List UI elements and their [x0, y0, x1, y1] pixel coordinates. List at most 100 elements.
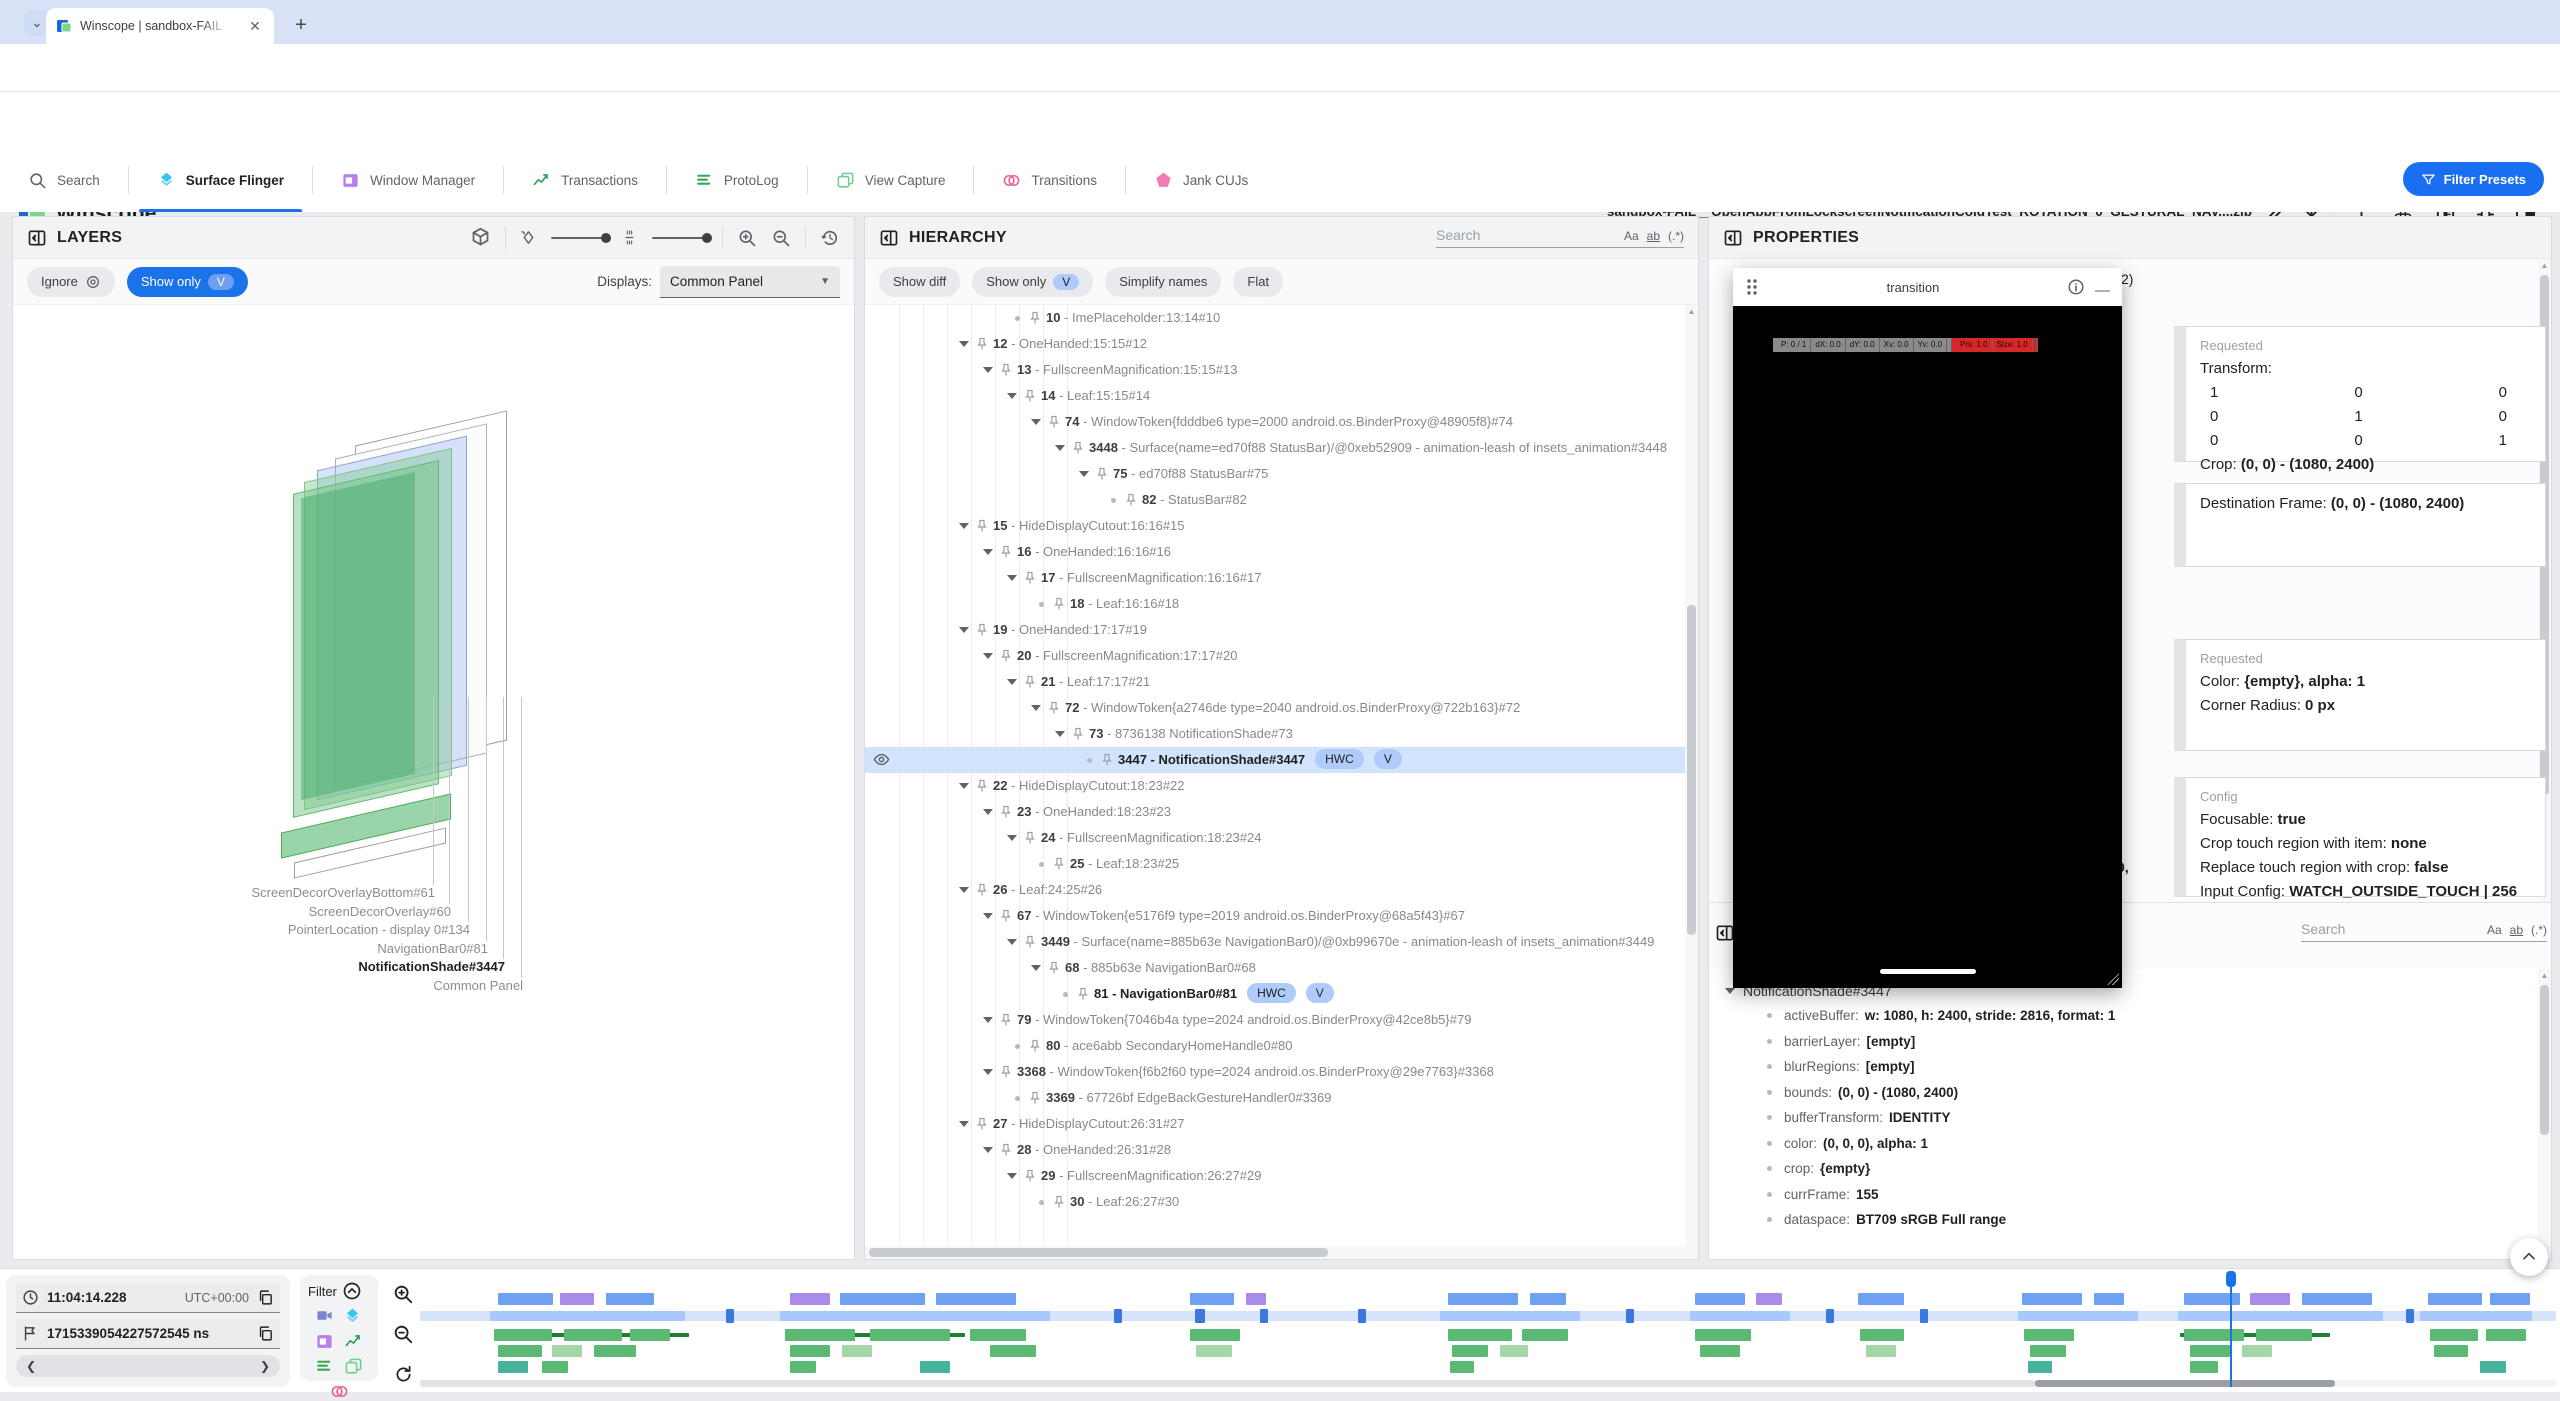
timeline-hscrollbar[interactable]	[420, 1380, 2556, 1387]
hierarchy-row-21[interactable]: 21 - Leaf:17:17#21	[865, 669, 1698, 695]
tab-close-icon[interactable]: ✕	[246, 17, 264, 35]
timeline-block[interactable]	[920, 1361, 950, 1373]
timeline-block[interactable]	[936, 1293, 1016, 1305]
expand-arrow-icon[interactable]	[1007, 679, 1017, 685]
pin-icon[interactable]	[1101, 753, 1113, 767]
new-tab-button[interactable]: +	[288, 12, 314, 38]
property-tree-scrollbar[interactable]: ▲	[2538, 969, 2551, 1259]
screen-recording-icon[interactable]	[316, 1307, 333, 1326]
timeline-block[interactable]	[1190, 1329, 1240, 1341]
hierarchy-row-81[interactable]: 81 - NavigationBar0#81HWCV	[865, 981, 1698, 1007]
property-row[interactable]: barrierLayer:[empty]	[1709, 1029, 2551, 1055]
pin-icon[interactable]	[1048, 961, 1060, 975]
pin-icon[interactable]	[1072, 441, 1084, 455]
trace-tab-jank-cujs[interactable]: Jank CUJs	[1126, 148, 1276, 212]
timeline-block[interactable]	[1695, 1329, 1751, 1341]
expand-arrow-icon[interactable]	[983, 809, 993, 815]
pin-icon[interactable]	[1000, 363, 1012, 377]
copy-icon[interactable]	[257, 1289, 274, 1306]
expand-arrow-icon[interactable]	[1007, 939, 1017, 945]
pin-icon[interactable]	[1077, 987, 1089, 1001]
simplify-names-chip[interactable]: Simplify names	[1105, 267, 1221, 297]
timeline-block[interactable]	[2434, 1345, 2468, 1357]
timeline-block[interactable]	[2018, 1311, 2138, 1321]
transactions-icon[interactable]	[344, 1332, 363, 1351]
timeline-block[interactable]	[1450, 1361, 1474, 1373]
timeline-block[interactable]	[2242, 1345, 2272, 1357]
pin-icon[interactable]	[1096, 467, 1108, 481]
timeline-block[interactable]	[790, 1293, 830, 1305]
property-row[interactable]: dataspace:BT709 sRGB Full range	[1709, 1207, 2551, 1233]
hierarchy-row-23[interactable]: 23 - OneHanded:18:23#23	[865, 799, 1698, 825]
pin-icon[interactable]	[1000, 1065, 1012, 1079]
pin-icon[interactable]	[1029, 311, 1041, 325]
timeline-block[interactable]	[790, 1361, 816, 1373]
expand-arrow-icon[interactable]	[959, 783, 969, 789]
timeline-block[interactable]	[494, 1329, 552, 1341]
timeline-pan-scrollbar[interactable]: ❮ ❯	[16, 1355, 280, 1377]
timeline-block[interactable]	[498, 1361, 528, 1373]
panel-icon[interactable]	[1715, 923, 1735, 943]
timeline-block[interactable]	[2420, 1311, 2532, 1321]
panel-icon[interactable]	[879, 228, 899, 248]
pin-icon[interactable]	[1072, 727, 1084, 741]
browser-tab[interactable]: Winscope | sandbox-FAIL ✕	[46, 8, 274, 44]
timeline-block[interactable]	[1195, 1309, 1205, 1323]
timeline-block[interactable]	[1920, 1309, 1928, 1323]
expand-arrow-icon[interactable]	[959, 1121, 969, 1127]
overlay-title-bar[interactable]: transition —	[1733, 268, 2122, 306]
expand-arrow-icon[interactable]	[1007, 575, 1017, 581]
expand-arrow-icon[interactable]	[959, 887, 969, 893]
pin-icon[interactable]	[1053, 597, 1065, 611]
hierarchy-row-3448[interactable]: 3448 - Surface(name=ed70f88 StatusBar)/@…	[865, 435, 1698, 461]
expand-arrow-icon[interactable]	[1007, 835, 1017, 841]
hierarchy-row-68[interactable]: 68 - 885b63e NavigationBar0#68	[865, 955, 1698, 981]
layer-rect[interactable]	[301, 472, 415, 800]
property-row[interactable]: bounds:(0, 0) - (1080, 2400)	[1709, 1080, 2551, 1106]
timeline-block[interactable]	[1190, 1293, 1234, 1305]
layer-label[interactable]: ScreenDecorOverlay#60	[309, 904, 451, 919]
timeline-block[interactable]	[2024, 1329, 2074, 1341]
pan-right-icon[interactable]: ❯	[260, 1359, 270, 1373]
hierarchy-row-80[interactable]: 80 - ace6abb SecondaryHomeHandle0#80	[865, 1033, 1698, 1059]
timeline-block[interactable]	[785, 1329, 855, 1341]
hierarchy-row-73[interactable]: 73 - 8736138 NotificationShade#73	[865, 721, 1698, 747]
timeline-block[interactable]	[1522, 1329, 1568, 1341]
hierarchy-row-75[interactable]: 75 - ed70f88 StatusBar#75	[865, 461, 1698, 487]
timeline-block[interactable]	[870, 1329, 950, 1341]
hierarchy-search-input[interactable]: Search Aaab(.*)	[1436, 227, 1684, 248]
pin-icon[interactable]	[1024, 675, 1036, 689]
pin-icon[interactable]	[1024, 831, 1036, 845]
pin-icon[interactable]	[1024, 1169, 1036, 1183]
hierarchy-row-17[interactable]: 17 - FullscreenMagnification:16:16#17	[865, 565, 1698, 591]
spacing-slider[interactable]	[652, 237, 708, 239]
3d-view-icon[interactable]	[470, 227, 491, 248]
hierarchy-row-10[interactable]: 10 - ImePlaceholder:13:14#10	[865, 305, 1698, 331]
timeline-block[interactable]	[1826, 1309, 1834, 1323]
window-manager-icon[interactable]	[315, 1332, 334, 1351]
expand-arrow-icon[interactable]	[983, 1147, 993, 1153]
view-capture-icon[interactable]	[344, 1357, 363, 1376]
timeline-block[interactable]	[840, 1293, 925, 1305]
pin-icon[interactable]	[976, 623, 988, 637]
match-word-toggle[interactable]: ab	[2510, 923, 2523, 937]
show-diff-chip[interactable]: Show diff	[879, 267, 960, 297]
trace-tab-protolog[interactable]: ProtoLog	[667, 148, 807, 212]
expand-arrow-icon[interactable]	[1007, 1173, 1017, 1179]
trace-tab-search[interactable]: Search	[0, 148, 128, 212]
timeline-block[interactable]	[1860, 1329, 1904, 1341]
hierarchy-row-3447[interactable]: 3447 - NotificationShade#3447HWCV	[865, 747, 1698, 773]
ignore-chip[interactable]: Ignore	[27, 267, 115, 297]
hierarchy-row-74[interactable]: 74 - WindowToken{fdddbe6 type=2000 andro…	[865, 409, 1698, 435]
timeline-block[interactable]	[790, 1345, 830, 1357]
timeline-reset-icon[interactable]	[390, 1361, 416, 1387]
hierarchy-row-3449[interactable]: 3449 - Surface(name=885b63e NavigationBa…	[865, 929, 1698, 955]
timeline-canvas[interactable]	[420, 1279, 2556, 1387]
timeline-block[interactable]	[542, 1361, 568, 1373]
layer-label[interactable]: NotificationShade#3447	[358, 959, 505, 974]
regex-toggle[interactable]: (.*)	[2531, 923, 2547, 937]
pin-icon[interactable]	[1048, 415, 1060, 429]
pan-left-icon[interactable]: ❮	[26, 1359, 36, 1373]
show-only-chip[interactable]: Show onlyV	[127, 267, 248, 297]
timeline-block[interactable]	[2094, 1293, 2124, 1305]
